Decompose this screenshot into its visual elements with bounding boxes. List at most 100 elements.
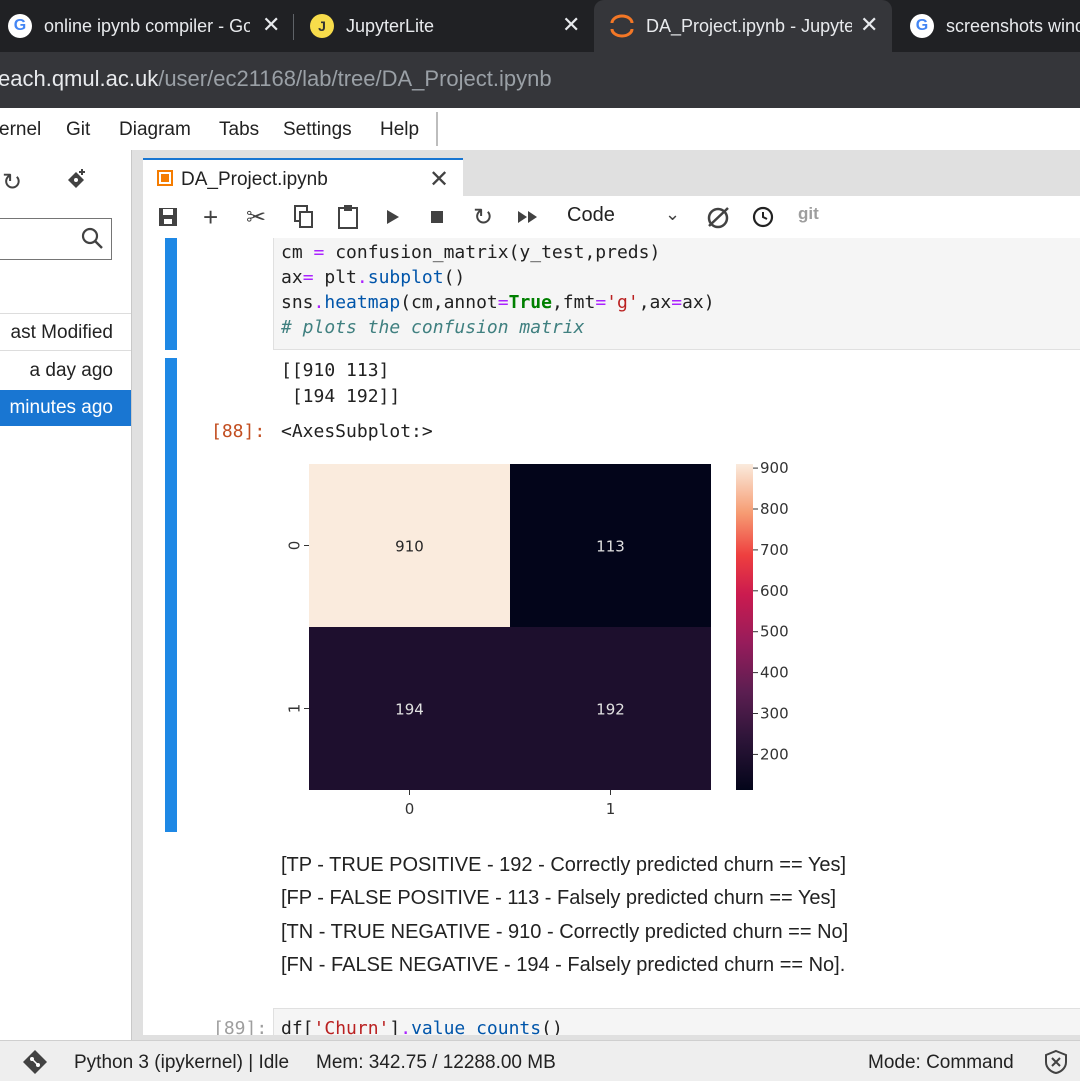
google-icon: G: [910, 14, 934, 38]
menu-diagram[interactable]: Diagram: [119, 119, 191, 141]
kernel-status-icon: [707, 207, 729, 229]
next-cell-prompt: [89]:: [213, 1018, 268, 1035]
printed-matrix-line-2: [194 192]]: [281, 386, 401, 407]
file-row[interactable]: a day ago: [0, 353, 131, 389]
heatmap-cell-label: 192: [596, 701, 625, 719]
menu-help[interactable]: Help: [380, 119, 419, 141]
address-bar[interactable]: each.qmul.ac.uk/user/ec21168/lab/tree/DA…: [0, 52, 1080, 108]
menu-settings[interactable]: Settings: [283, 119, 352, 141]
menu-git[interactable]: Git: [66, 119, 90, 141]
browser-tab-title: DA_Project.ipynb - JupyterL: [646, 15, 852, 36]
status-bar: Python 3 (ipykernel) | Idle Mem: 342.75 …: [0, 1040, 1080, 1081]
y-tick-label: 0: [286, 541, 304, 551]
browser-tab-google-compiler[interactable]: G online ipynb compiler - Go ✕: [8, 0, 288, 52]
colorbar-tick-label: 300: [760, 705, 789, 723]
run-icon[interactable]: [385, 204, 401, 230]
colorbar-tick-label: 600: [760, 582, 789, 600]
colorbar-tick-label: 400: [760, 664, 789, 682]
add-cell-icon[interactable]: +: [203, 202, 218, 232]
jupyter-icon: [610, 14, 634, 38]
clock-icon[interactable]: [751, 204, 775, 230]
file-browser-panel: ↻: [0, 150, 132, 1040]
url-host: each.qmul.ac.uk: [0, 66, 159, 91]
y-tick-label: 1: [286, 704, 304, 714]
markdown-line-fp: [FP - FALSE POSITIVE - 113 - Falsely pre…: [281, 887, 837, 909]
tab-separator: [293, 14, 294, 40]
mode-indicator[interactable]: Mode: Command: [868, 1052, 1014, 1074]
browser-tab-title: online ipynb compiler - Go: [44, 15, 250, 36]
heatmap-cell-label: 910: [395, 538, 424, 556]
output-collapser[interactable]: [165, 358, 177, 832]
close-icon[interactable]: ✕: [429, 165, 449, 194]
markdown-line-tp: [TP - TRUE POSITIVE - 192 - Correctly pr…: [281, 854, 847, 876]
jupyter-menubar: ernel Git Diagram Tabs Settings Help: [0, 108, 1080, 151]
kernel-status[interactable]: Python 3 (ipykernel) | Idle: [74, 1052, 289, 1074]
refresh-icon[interactable]: ↻: [2, 168, 22, 197]
paste-icon[interactable]: [337, 204, 359, 230]
git-label[interactable]: git: [798, 204, 819, 224]
printed-matrix-line-1: [[910 113]: [281, 360, 390, 381]
chevron-down-icon[interactable]: ⌄: [665, 204, 680, 225]
cut-icon[interactable]: ✂: [246, 204, 266, 231]
browser-tab-da-project[interactable]: DA_Project.ipynb - JupyterL ✕: [594, 0, 892, 52]
save-icon[interactable]: [157, 204, 179, 230]
code-comment-line: # plots the confusion matrix: [281, 317, 585, 338]
file-modified: a day ago: [29, 360, 113, 381]
google-icon: G: [8, 14, 32, 38]
colorbar-tick-label: 800: [760, 500, 789, 518]
code-line-1: cm = confusion_matrix(y_test,preds): [281, 242, 661, 263]
heatmap-cell-label: 194: [395, 701, 424, 719]
x-tick-label: 1: [606, 800, 616, 818]
column-header-label: ast Modified: [10, 322, 113, 343]
notebook-icon: [157, 170, 173, 186]
colorbar-tick-label: 500: [760, 623, 789, 641]
heatmap-cells: [309, 464, 711, 790]
cell-collapser[interactable]: [165, 238, 177, 350]
x-tick-label: 0: [405, 800, 415, 818]
heatmap-cell-label: 113: [596, 538, 625, 556]
stop-icon[interactable]: [429, 204, 445, 230]
next-code-line: df['Churn'].value_counts(): [281, 1018, 563, 1035]
output-prompt: [88]:: [211, 421, 266, 442]
browser-tab-jupyterlite[interactable]: J JupyterLite ✕: [310, 0, 590, 52]
close-icon[interactable]: ✕: [860, 12, 878, 38]
markdown-line-tn: [TN - TRUE NEGATIVE - 910 - Correctly pr…: [281, 921, 849, 943]
colorbar-tick-label: 700: [760, 541, 789, 559]
jupyterlite-icon: J: [310, 14, 334, 38]
menu-tabs[interactable]: Tabs: [219, 119, 259, 141]
url-text[interactable]: each.qmul.ac.uk/user/ec21168/lab/tree/DA…: [0, 66, 552, 92]
file-modified: minutes ago: [9, 397, 113, 418]
git-branch-icon[interactable]: [22, 1049, 48, 1075]
markdown-line-fn: [FN - FALSE NEGATIVE - 194 - Falsely pre…: [281, 954, 846, 976]
menu-kernel[interactable]: ernel: [0, 119, 41, 141]
restart-icon[interactable]: ↻: [473, 204, 493, 231]
colorbar-gradient: [736, 464, 753, 790]
code-line-2: ax= plt.subplot(): [281, 267, 466, 288]
output-repr: <AxesSubplot:>: [281, 421, 433, 442]
notebook-panel[interactable]: cm = confusion_matrix(y_test,preds) ax= …: [143, 238, 1080, 1035]
git-clone-icon[interactable]: [64, 168, 88, 192]
browser-tab-title: JupyterLite: [346, 15, 435, 36]
browser-tab-screenshots[interactable]: G screenshots window: [910, 0, 1080, 52]
colorbar-tick-label: 900: [760, 459, 789, 477]
notebook-tab[interactable]: DA_Project.ipynb ✕: [143, 158, 463, 196]
cell-type-select[interactable]: Code: [567, 204, 615, 227]
code-line-3: sns.heatmap(cm,annot=True,fmt='g',ax=ax): [281, 292, 715, 313]
column-header-last-modified[interactable]: ast Modified: [0, 313, 131, 351]
menu-divider: [436, 112, 438, 146]
heatmap-colorbar: 900 800 700 600 500 400 300 200: [736, 459, 789, 790]
url-path: /user/ec21168/lab/tree/DA_Project.ipynb: [158, 66, 552, 91]
file-row-selected[interactable]: minutes ago: [0, 390, 131, 426]
confusion-matrix-heatmap: 910 113 194 192 0 1 0 1 900 800 700 600 500 400 300 2…: [286, 459, 789, 818]
shield-icon[interactable]: [1044, 1049, 1068, 1075]
close-icon[interactable]: ✕: [562, 12, 580, 38]
search-icon: [81, 227, 103, 249]
fast-forward-icon[interactable]: [517, 204, 539, 230]
colorbar-tick-label: 200: [760, 745, 789, 763]
notebook-tab-title: DA_Project.ipynb: [181, 169, 328, 190]
memory-usage: Mem: 342.75 / 12288.00 MB: [316, 1052, 556, 1073]
copy-icon[interactable]: [293, 204, 315, 230]
close-icon[interactable]: ✕: [262, 12, 280, 38]
browser-tab-bar: G online ipynb compiler - Go ✕ J Jupyter…: [0, 0, 1080, 52]
notebook-toolbar: + ✂ ↻ Code ⌄ git: [143, 196, 1080, 239]
